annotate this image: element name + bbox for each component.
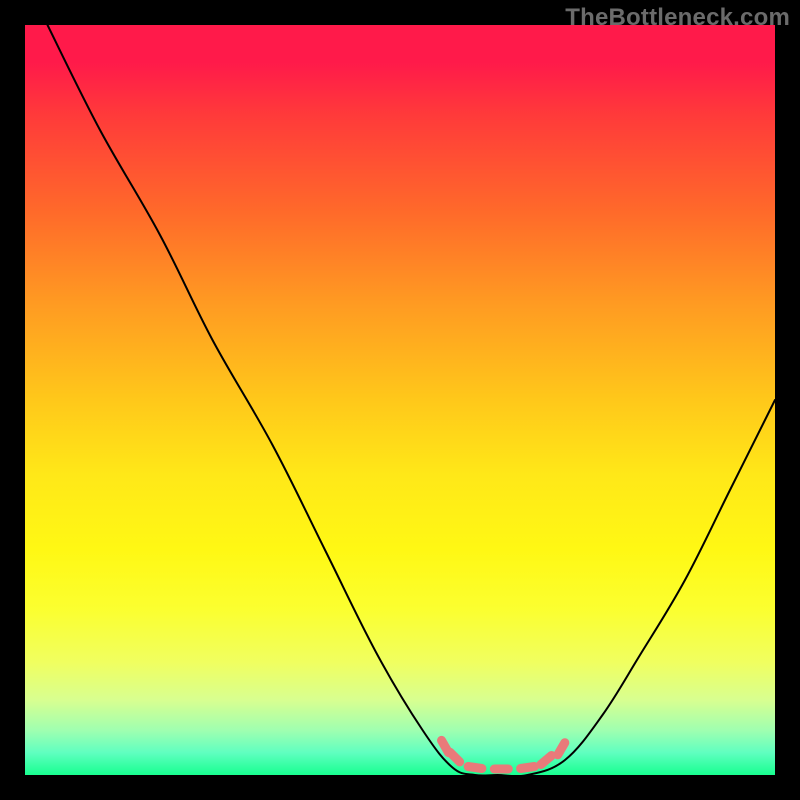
optimal-mark [450, 752, 460, 762]
chart-svg [25, 25, 775, 775]
chart-area [25, 25, 775, 775]
watermark-text: TheBottleneck.com [565, 4, 790, 32]
optimal-range-marks [442, 740, 565, 769]
optimal-mark [521, 767, 535, 769]
optimal-mark [541, 756, 552, 765]
bottleneck-curve [48, 25, 776, 775]
optimal-mark [558, 743, 565, 755]
optimal-mark [468, 767, 482, 769]
